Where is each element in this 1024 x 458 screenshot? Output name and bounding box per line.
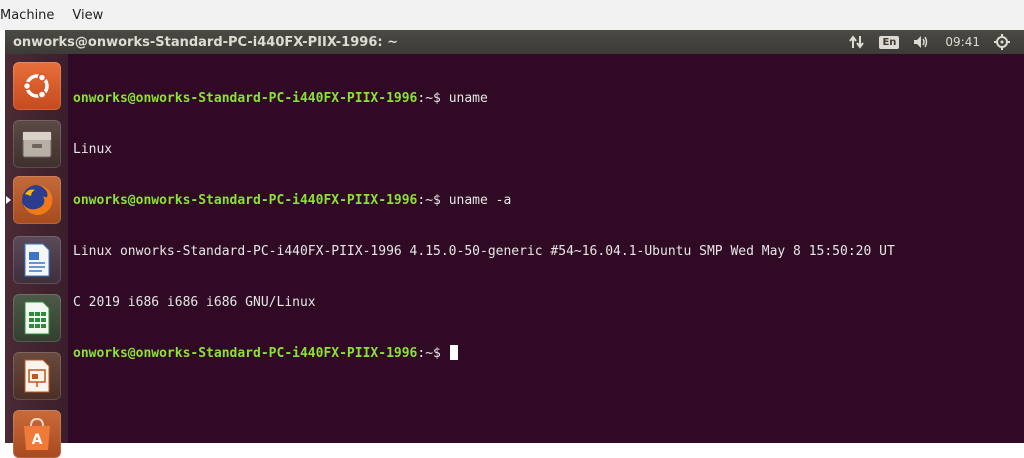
terminal-line: onworks@onworks-Standard-PC-i440FX-PIIX-…	[73, 90, 1024, 107]
top-panel: onworks@onworks-Standard-PC-i440FX-PIIX-…	[5, 30, 1024, 54]
terminal-line: onworks@onworks-Standard-PC-i440FX-PIIX-…	[73, 192, 1024, 209]
output-text: Linux onworks-Standard-PC-i440FX-PIIX-19…	[73, 244, 895, 259]
power-gear-icon[interactable]	[994, 34, 1010, 50]
prompt-path: :~$	[417, 91, 449, 106]
files-icon[interactable]	[13, 120, 61, 168]
menu-view[interactable]: View	[72, 8, 111, 23]
writer-icon[interactable]	[13, 236, 61, 284]
ubuntu-dash-icon[interactable]	[13, 62, 61, 110]
output-text: C 2019 i686 i686 i686 GNU/Linux	[73, 295, 316, 310]
impress-icon[interactable]	[13, 352, 61, 400]
software-center-icon[interactable]: A	[13, 410, 61, 458]
volume-icon[interactable]	[913, 35, 931, 49]
terminal-line: C 2019 i686 i686 i686 GNU/Linux	[73, 294, 1024, 311]
window-title: onworks@onworks-Standard-PC-i440FX-PIIX-…	[13, 34, 398, 50]
command-text: uname -a	[448, 193, 512, 208]
panel-indicators: En 09:41	[849, 30, 1024, 54]
calc-icon[interactable]	[13, 294, 61, 342]
prompt-path: :~$	[417, 193, 449, 208]
prompt-user-host: onworks@onworks-Standard-PC-i440FX-PIIX-…	[73, 193, 418, 208]
keyboard-language-icon[interactable]: En	[879, 35, 900, 49]
clock[interactable]: 09:41	[945, 35, 980, 49]
prompt-user-host: onworks@onworks-Standard-PC-i440FX-PIIX-…	[73, 346, 418, 361]
prompt-path: :~$	[417, 346, 449, 361]
firefox-icon[interactable]	[13, 176, 61, 224]
network-icon[interactable]	[849, 35, 865, 49]
launcher: A	[5, 54, 68, 458]
terminal-cursor	[449, 345, 458, 360]
language-badge: En	[879, 35, 900, 49]
terminal-line: Linux	[73, 141, 1024, 158]
terminal-line: Linux onworks-Standard-PC-i440FX-PIIX-19…	[73, 243, 1024, 260]
output-text: Linux	[73, 142, 113, 157]
svg-text:A: A	[32, 432, 43, 448]
terminal-line: onworks@onworks-Standard-PC-i440FX-PIIX-…	[73, 345, 1024, 362]
command-text: uname	[448, 91, 488, 106]
vm-menubar: Machine View	[0, 0, 1024, 30]
menu-machine[interactable]: Machine	[0, 8, 62, 23]
prompt-user-host: onworks@onworks-Standard-PC-i440FX-PIIX-…	[73, 91, 418, 106]
terminal[interactable]: onworks@onworks-Standard-PC-i440FX-PIIX-…	[68, 54, 1024, 443]
active-app-indicator	[6, 196, 11, 204]
